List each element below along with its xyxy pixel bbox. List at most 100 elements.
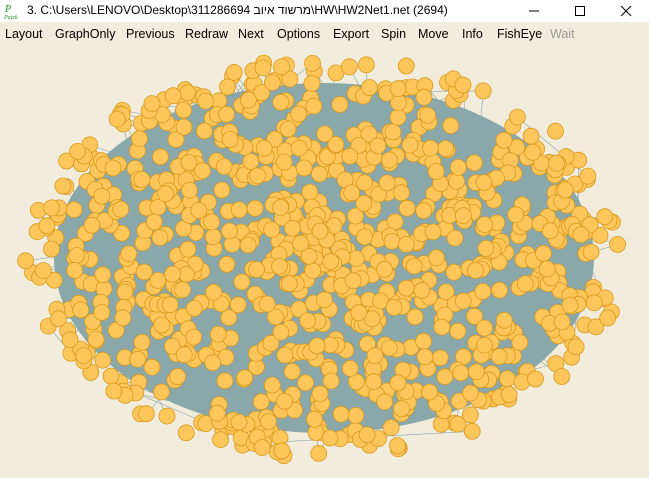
graph-vertex[interactable] <box>299 312 317 330</box>
graph-vertex[interactable] <box>17 252 35 270</box>
graph-vertex[interactable] <box>422 139 439 157</box>
graph-vertex[interactable] <box>389 437 406 455</box>
graph-vertex[interactable] <box>406 308 424 326</box>
graph-vertex[interactable] <box>239 91 257 109</box>
menu-options[interactable]: Options <box>277 27 320 41</box>
graph-vertex[interactable] <box>94 351 112 369</box>
graph-vertex[interactable] <box>322 372 340 390</box>
graph-vertex[interactable] <box>137 405 155 423</box>
graph-vertex[interactable] <box>213 181 231 199</box>
graph-vertex[interactable] <box>397 235 415 253</box>
menu-next[interactable]: Next <box>238 27 264 41</box>
graph-vertex[interactable] <box>93 303 111 321</box>
graph-vertex[interactable] <box>436 368 454 386</box>
graph-vertex[interactable] <box>263 376 281 394</box>
graph-vertex[interactable] <box>376 393 394 411</box>
graph-vertex[interactable] <box>69 143 86 160</box>
graph-vertex[interactable] <box>427 163 445 180</box>
graph-vertex[interactable] <box>303 75 321 92</box>
graph-vertex[interactable] <box>385 298 403 316</box>
graph-vertex[interactable] <box>567 338 585 356</box>
graph-vertex[interactable] <box>398 199 416 217</box>
graph-vertex[interactable] <box>204 354 222 372</box>
graph-vertex[interactable] <box>236 369 254 387</box>
graph-vertex[interactable] <box>350 304 368 322</box>
graph-vertex[interactable] <box>437 140 455 157</box>
graph-vertex[interactable] <box>161 296 179 314</box>
graph-vertex[interactable] <box>365 373 383 391</box>
graph-vertex[interactable] <box>454 292 472 310</box>
graph-vertex[interactable] <box>34 262 52 280</box>
graph-vertex[interactable] <box>452 364 470 382</box>
graph-vertex[interactable] <box>454 207 472 225</box>
graph-vertex[interactable] <box>415 332 433 350</box>
graph-vertex[interactable] <box>419 107 437 124</box>
graph-vertex[interactable] <box>541 222 559 240</box>
graph-vertex[interactable] <box>421 383 438 401</box>
graph-vertex[interactable] <box>185 328 203 346</box>
graph-vertex[interactable] <box>310 444 328 462</box>
graph-vertex[interactable] <box>179 240 197 258</box>
maximize-button[interactable] <box>557 0 603 22</box>
graph-vertex[interactable] <box>195 122 213 140</box>
graph-vertex[interactable] <box>50 310 67 328</box>
graph-vertex[interactable] <box>609 235 626 253</box>
graph-vertex[interactable] <box>327 136 345 153</box>
graph-vertex[interactable] <box>38 217 56 235</box>
graph-vertex[interactable] <box>393 400 411 418</box>
graph-vertex[interactable] <box>203 213 221 231</box>
graph-vertex[interactable] <box>242 153 260 170</box>
graph-vertex[interactable] <box>102 367 120 385</box>
graph-vertex[interactable] <box>397 279 415 297</box>
minimize-button[interactable] <box>511 0 557 22</box>
menu-previous[interactable]: Previous <box>126 27 175 41</box>
graph-vertex[interactable] <box>116 283 134 301</box>
graph-vertex[interactable] <box>221 131 239 148</box>
graph-vertex[interactable] <box>248 261 266 278</box>
graph-vertex[interactable] <box>516 275 534 293</box>
graph-vertex[interactable] <box>143 95 161 112</box>
graph-vertex[interactable] <box>205 283 223 301</box>
graph-vertex[interactable] <box>415 202 433 220</box>
graph-vertex[interactable] <box>474 82 492 100</box>
graph-vertex[interactable] <box>386 213 404 231</box>
graph-vertex[interactable] <box>283 363 301 380</box>
graph-vertex[interactable] <box>389 80 407 98</box>
graph-vertex[interactable] <box>181 181 198 199</box>
graph-vertex[interactable] <box>249 167 266 185</box>
graph-vertex[interactable] <box>152 383 170 401</box>
graph-vertex[interactable] <box>522 127 540 145</box>
graph-vertex[interactable] <box>158 407 176 425</box>
graph-vertex[interactable] <box>463 422 481 440</box>
graph-vertex[interactable] <box>547 122 564 140</box>
graph-vertex[interactable] <box>358 426 376 444</box>
graph-vertex[interactable] <box>553 313 571 331</box>
graph-vertex[interactable] <box>174 281 192 299</box>
graph-vertex[interactable] <box>151 229 169 247</box>
graph-vertex[interactable] <box>331 96 349 113</box>
graph-vertex[interactable] <box>524 144 542 161</box>
graph-vertex[interactable] <box>177 424 195 442</box>
menu-graphonly[interactable]: GraphOnly <box>55 27 115 41</box>
graph-vertex[interactable] <box>164 265 181 283</box>
graph-vertex[interactable] <box>498 370 516 388</box>
menu-layout[interactable]: Layout <box>5 27 43 41</box>
graph-vertex[interactable] <box>495 311 513 329</box>
graph-vertex[interactable] <box>507 206 525 224</box>
graph-vertex[interactable] <box>178 265 196 283</box>
graph-vertex[interactable] <box>153 316 171 334</box>
graph-vertex[interactable] <box>252 393 270 411</box>
graph-vertex[interactable] <box>276 346 294 364</box>
graph-vertex[interactable] <box>216 372 234 390</box>
close-button[interactable] <box>603 0 649 22</box>
graph-vertex[interactable] <box>344 272 362 290</box>
graph-vertex[interactable] <box>340 58 358 76</box>
graph-vertex[interactable] <box>112 200 130 218</box>
graph-vertex[interactable] <box>254 59 272 77</box>
menu-export[interactable]: Export <box>333 27 369 41</box>
graph-vertex[interactable] <box>384 123 402 141</box>
graph-vertex[interactable] <box>271 257 288 275</box>
graph-vertex[interactable] <box>149 271 167 289</box>
graph-vertex[interactable] <box>355 228 373 246</box>
graph-vertex[interactable] <box>474 283 492 300</box>
